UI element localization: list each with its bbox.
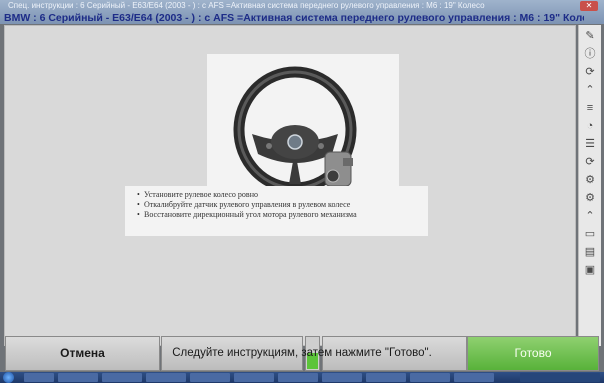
taskbar-item[interactable] [454,373,494,382]
page-subtitle: BMW : 6 Серийный - E63/E64 (2003 - ) : с… [4,12,584,24]
taskbar-item[interactable] [146,373,186,382]
window-title: Спец. инструкции : 6 Серийный - E63/E64 … [8,1,485,10]
document-icon[interactable]: ▤ [582,245,598,260]
start-button[interactable] [3,372,14,383]
taskbar-item[interactable] [366,373,406,382]
instruction-item: • Установите рулевое колесо ровно [137,190,258,199]
right-toolbar: ✎ ⓘ ⟳ ⌃ ≡ ◔ ☰ ⟳ ⚙ ⚙ ⌃ ▭ ▤ ▣ [578,25,601,346]
taskbar-item[interactable] [190,373,230,382]
pencil-icon[interactable]: ✎ [582,29,598,44]
instruction-text: Откалибруйте датчик рулевого управления … [144,200,351,209]
settings-icon[interactable]: ⚙ [582,191,598,206]
gauge-icon[interactable]: ◔ [582,119,598,134]
taskbar-item[interactable] [58,373,98,382]
refresh-icon[interactable]: ⟳ [582,65,598,80]
refresh-icon[interactable]: ⟳ [582,155,598,170]
chevron-up-icon[interactable]: ⌃ [582,83,598,98]
instructions-list: • Установите рулевое колесо ровно • Откали… [137,190,357,220]
main-content: • Установите рулевое колесо ровно • Откали… [4,25,576,346]
taskbar-item[interactable] [234,373,274,382]
taskbar [0,372,604,383]
folder-icon[interactable]: ▭ [582,227,598,242]
info-icon[interactable]: ⓘ [582,47,598,62]
close-window-button[interactable]: ✕ [580,1,598,11]
instruction-item: • Откалибруйте датчик рулевого управления… [137,200,351,209]
steering-wheel-icon [233,66,357,194]
instruction-text: Восстановите дирекционный угол мотора ру… [144,210,357,219]
steering-wheel-illustration [207,54,399,202]
taskbar-item[interactable] [278,373,318,382]
system-tray [520,373,600,382]
wrench-icon[interactable]: ⚙ [582,173,598,188]
taskbar-item[interactable] [102,373,142,382]
instructions-panel: • Установите рулевое колесо ровно • Откали… [125,186,428,236]
taskbar-item[interactable] [24,373,54,382]
instruction-text: Установите рулевое колесо ровно [144,190,258,199]
taskbar-item[interactable] [322,373,362,382]
instruction-item: • Восстановите дирекционный угол мотора р… [137,210,357,219]
taskbar-item[interactable] [410,373,450,382]
image-icon[interactable]: ▣ [582,263,598,278]
ruler-icon[interactable]: ≡ [582,101,598,116]
instruction-prompt: Следуйте инструкциям, затем нажмите "Гот… [172,347,432,359]
list-icon[interactable]: ☰ [582,137,598,152]
chevron-up-icon[interactable]: ⌃ [582,209,598,224]
